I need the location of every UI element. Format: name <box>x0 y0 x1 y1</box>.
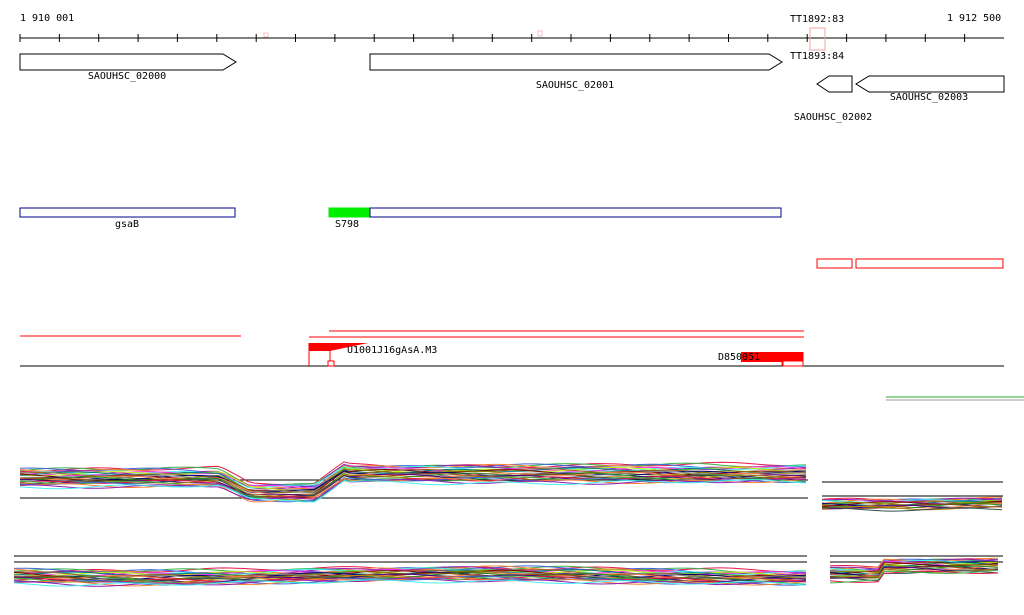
gene-arrow-saouhsc-02000[interactable] <box>19 53 237 71</box>
coverage-track <box>20 343 1004 367</box>
expression-profiles-track-1 <box>19 461 1003 512</box>
ruler-end-label: 1 912 500 <box>947 13 1002 24</box>
genome-track-canvas <box>13 27 1024 587</box>
coverage-marker <box>782 360 804 367</box>
gene-label[interactable]: SAOUHSC_02000 <box>88 71 166 82</box>
gene-arrow-saouhsc-02001[interactable] <box>369 53 783 71</box>
gene-arrow-saouhsc-02003[interactable] <box>855 75 1005 93</box>
terminator-label-top[interactable]: TT1892:83 <box>790 14 844 25</box>
feature-red-box[interactable] <box>855 258 1004 269</box>
feature-label-s798[interactable]: S798 <box>335 219 359 230</box>
feature-label-gsab[interactable]: gsaB <box>115 219 139 230</box>
overlap-label[interactable]: U1001J16gAsA.M3 <box>347 345 437 356</box>
feature-red-box[interactable] <box>816 258 853 269</box>
expression-profiles-track-2 <box>13 555 1003 587</box>
terminator-label-bottom[interactable]: TT1893:84 <box>790 51 844 62</box>
feature-gsab[interactable] <box>19 207 236 218</box>
gene-label[interactable]: SAOUHSC_02003 <box>890 92 968 103</box>
ruler-start-label: 1 910 001 <box>20 13 75 24</box>
green-lines <box>886 396 1024 401</box>
feature-track <box>19 207 1004 269</box>
feature-s798[interactable] <box>328 207 371 218</box>
genome-browser-view: 1 910 001 1 912 500 TT1892:83 TT1893:84 … <box>0 0 1024 611</box>
gene-arrow-saouhsc-02002[interactable] <box>816 75 853 93</box>
gene-label[interactable]: SAOUHSC_02001 <box>536 80 614 91</box>
ruler-track <box>19 27 1004 51</box>
terminator-marker <box>537 30 543 37</box>
coverage-marker <box>327 360 335 367</box>
segment-track <box>20 330 804 338</box>
terminator-box[interactable] <box>809 27 826 51</box>
feature-blue-box[interactable] <box>369 207 782 218</box>
terminator-marker <box>263 32 269 38</box>
d-label[interactable]: D850051 <box>718 352 760 363</box>
gene-track <box>19 53 1005 93</box>
gene-label[interactable]: SAOUHSC_02002 <box>794 112 872 123</box>
